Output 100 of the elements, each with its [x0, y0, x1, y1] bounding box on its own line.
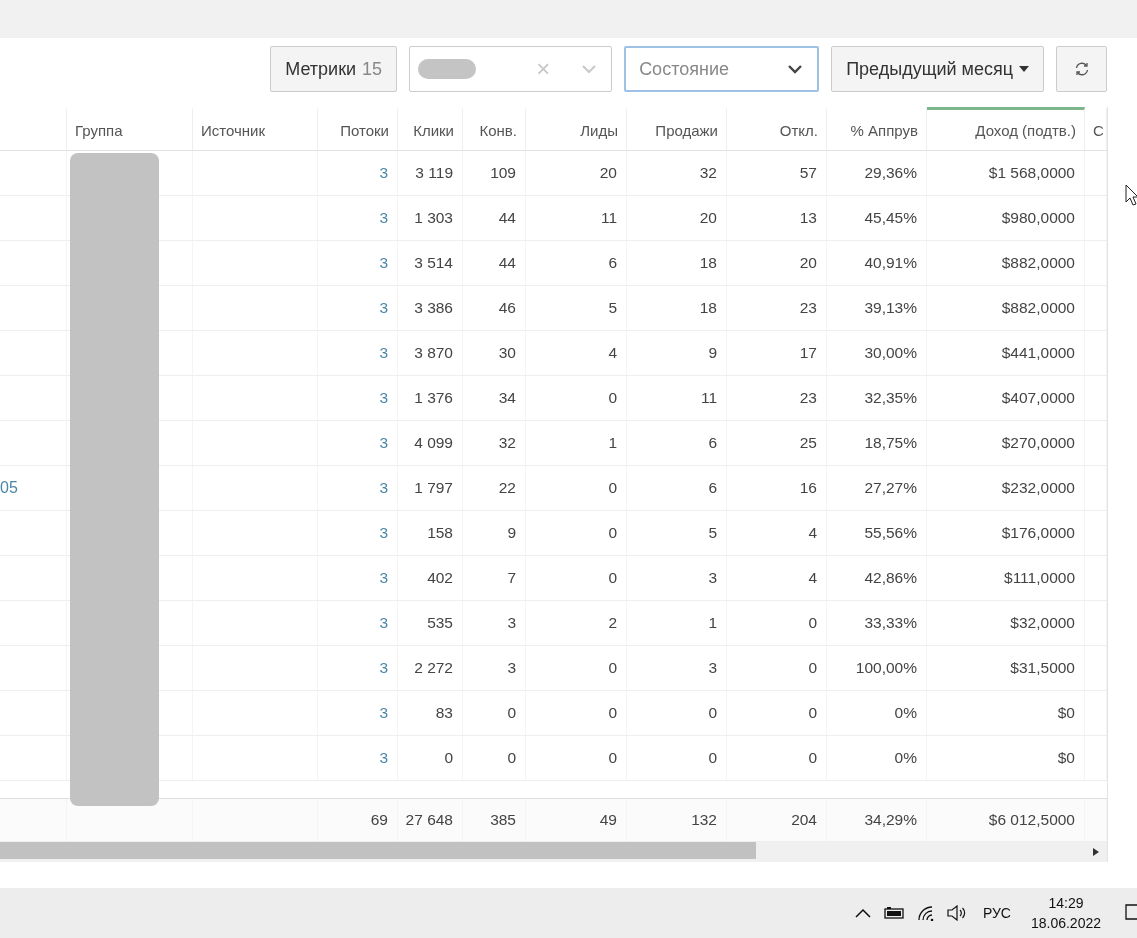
table-cell: 3 870 — [398, 331, 463, 375]
table-cell: $31,5000 — [927, 646, 1085, 690]
table-cell: 3 — [627, 646, 727, 690]
column-header[interactable]: Клики — [398, 107, 463, 150]
table-cell: $407,0000 — [927, 376, 1085, 420]
metrics-button[interactable]: Метрики 15 — [270, 46, 398, 92]
total-cell: 49 — [526, 799, 627, 841]
clock-date[interactable]: 18.06.2022 — [1030, 915, 1101, 931]
column-header[interactable]: Доход (подтв.) — [927, 107, 1085, 150]
clock-time[interactable]: 14:29 — [1048, 895, 1084, 911]
speaker-icon[interactable] — [946, 905, 967, 921]
table-cell: 535 — [398, 601, 463, 645]
column-header[interactable]: Группа — [67, 107, 193, 150]
table-cell: 16 — [727, 466, 827, 510]
table-cell: 83 — [398, 691, 463, 735]
table-cell: 32 — [627, 151, 727, 195]
table-cell: 3 386 — [398, 286, 463, 330]
total-cell: 204 — [727, 799, 827, 841]
table-cell[interactable]: 3 — [318, 286, 398, 330]
chevron-down-icon — [581, 64, 598, 74]
table-cell: 0 — [526, 556, 627, 600]
chevron-up-icon[interactable] — [854, 908, 871, 918]
scroll-right-icon[interactable] — [1093, 848, 1099, 856]
column-header[interactable]: % Аппрув — [827, 107, 927, 150]
table-cell: 17 — [727, 331, 827, 375]
table-cell: 23 — [727, 286, 827, 330]
table-cell: $0 — [927, 691, 1085, 735]
table-cell[interactable]: 3 — [318, 646, 398, 690]
table-cell: 11 — [627, 376, 727, 420]
table-cell: 6 — [526, 241, 627, 285]
table-cell: 55,56% — [827, 511, 927, 555]
language-indicator[interactable]: РУС — [982, 905, 1011, 921]
table-cell: 100,00% — [827, 646, 927, 690]
table-cell: 18 — [627, 286, 727, 330]
table-cell: 0% — [827, 691, 927, 735]
table-cell[interactable]: 3 — [318, 511, 398, 555]
table-cell[interactable]: 3 — [318, 421, 398, 465]
battery-icon[interactable] — [882, 907, 905, 919]
table-cell: 1 303 — [398, 196, 463, 240]
table-cell[interactable]: 3 — [318, 691, 398, 735]
total-cell: 385 — [463, 799, 526, 841]
table-cell[interactable]: 3 — [318, 556, 398, 600]
refresh-button[interactable] — [1056, 46, 1107, 92]
table-cell[interactable]: 3 — [318, 736, 398, 780]
table-cell: 20 — [727, 241, 827, 285]
table-cell: 5 — [526, 286, 627, 330]
table-cell: 22 — [463, 466, 526, 510]
table-cell[interactable]: 3 — [318, 241, 398, 285]
table-cell: 7 — [463, 556, 526, 600]
table-cell: 5 — [627, 511, 727, 555]
state-select[interactable]: Состояние — [624, 46, 820, 92]
notification-icon[interactable] — [1125, 903, 1137, 923]
table-cell: 42,86% — [827, 556, 927, 600]
table-cell: 0 — [526, 376, 627, 420]
column-header[interactable]: Конв. — [463, 107, 526, 150]
table-cell: 9 — [627, 331, 727, 375]
period-dropdown[interactable]: Предыдущий месяц — [831, 46, 1044, 92]
table-cell: 3 — [627, 556, 727, 600]
table-cell: $882,0000 — [927, 286, 1085, 330]
table-cell[interactable]: 3 — [318, 331, 398, 375]
table-cell: 20 — [526, 151, 627, 195]
column-header[interactable]: Потоки — [318, 107, 398, 150]
table-cell[interactable]: 3 — [318, 466, 398, 510]
table-cell: 0% — [827, 736, 927, 780]
row-link[interactable]: 05 — [0, 479, 18, 497]
table-cell[interactable]: 3 — [318, 376, 398, 420]
table-cell: 44 — [463, 196, 526, 240]
table-cell: $232,0000 — [927, 466, 1085, 510]
column-header[interactable]: Продажи — [627, 107, 727, 150]
table-cell: 0 — [526, 736, 627, 780]
table-cell: 0 — [526, 511, 627, 555]
table-cell: 2 — [526, 601, 627, 645]
table-cell: 20 — [627, 196, 727, 240]
table-cell: $1 568,0000 — [927, 151, 1085, 195]
table-cell: $111,0000 — [927, 556, 1085, 600]
column-header[interactable]: Источник — [193, 107, 318, 150]
table-cell: 25 — [727, 421, 827, 465]
column-header[interactable]: Откл. — [727, 107, 827, 150]
chevron-down-icon — [787, 64, 804, 74]
wifi-icon[interactable] — [916, 905, 935, 921]
column-header[interactable]: С — [1085, 107, 1107, 150]
table-cell: 0 — [627, 691, 727, 735]
table-cell: 6 — [627, 466, 727, 510]
table-cell[interactable]: 3 — [318, 196, 398, 240]
table-cell: 4 — [727, 511, 827, 555]
column-header[interactable]: Лиды — [526, 107, 627, 150]
table-cell: 32 — [463, 421, 526, 465]
horizontal-scrollbar[interactable] — [0, 842, 1107, 862]
table-cell[interactable]: 3 — [318, 151, 398, 195]
table-cell: 29,36% — [827, 151, 927, 195]
table-cell: 2 272 — [398, 646, 463, 690]
table-cell: 0 — [463, 691, 526, 735]
table-cell: 109 — [463, 151, 526, 195]
total-cell: 132 — [627, 799, 727, 841]
table-cell: 1 — [526, 421, 627, 465]
table-cell: 402 — [398, 556, 463, 600]
total-cell: 69 — [318, 799, 398, 841]
table-cell: 44 — [463, 241, 526, 285]
table-cell[interactable]: 3 — [318, 601, 398, 645]
table-cell: 45,45% — [827, 196, 927, 240]
